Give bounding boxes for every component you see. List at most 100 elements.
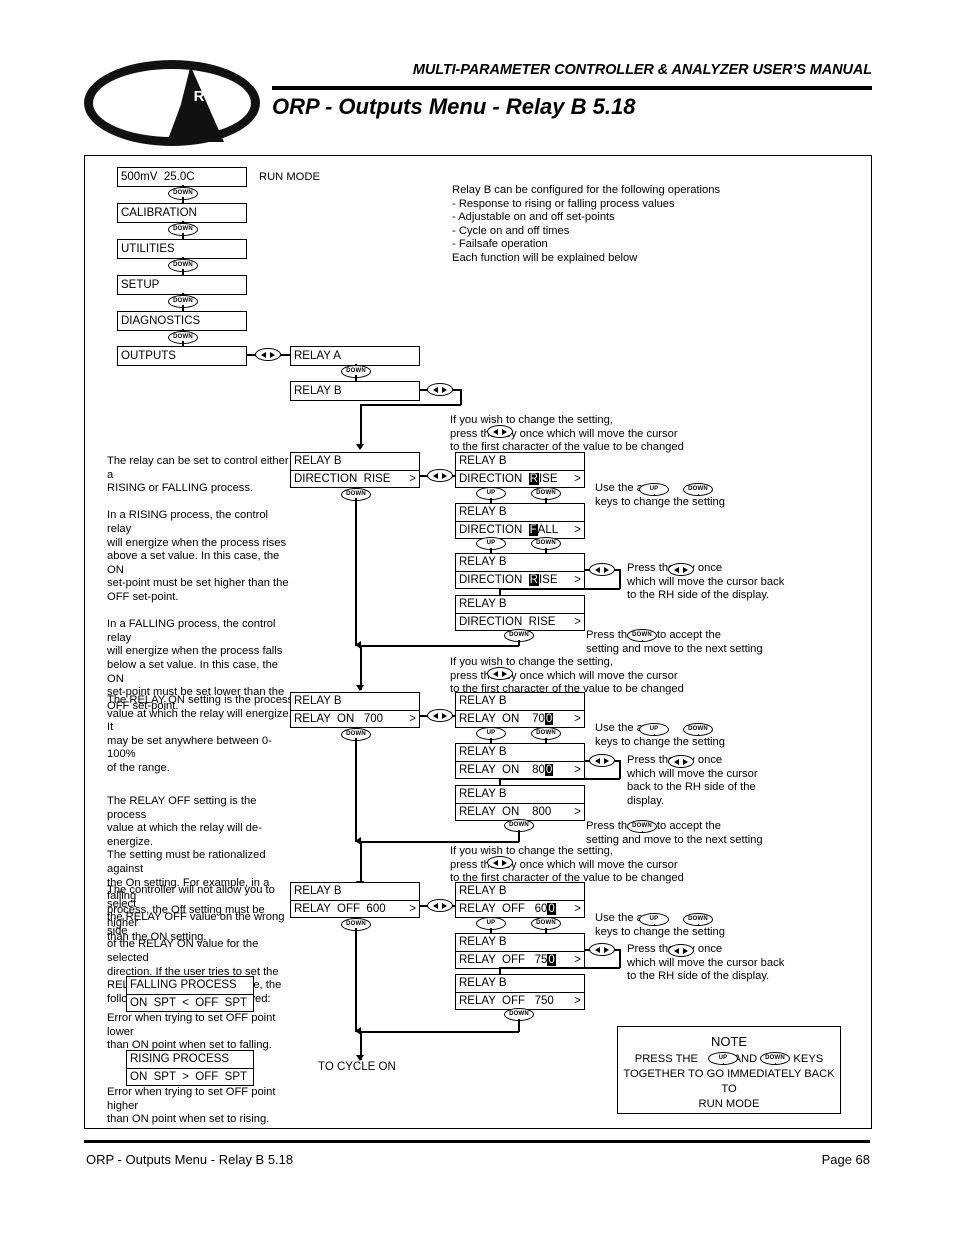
lcd-cursor: F [528, 524, 538, 536]
lcd-direction-main: RELAY B DIRECTION RISE > [290, 452, 420, 488]
lcd-run-mode: 500mV 25.0C [117, 167, 247, 187]
lcd-setup: SETUP [117, 275, 247, 295]
up-key-icon[interactable]: UP [639, 913, 669, 926]
header-rule [272, 86, 872, 90]
lcd-line: 500mV 25.0C [121, 171, 195, 183]
left-right-key-icon[interactable] [668, 944, 694, 957]
note-box: NOTE PRESS THE AND KEYS TOGETHER TO GO I… [617, 1026, 841, 1114]
up-key-icon[interactable]: UP [639, 483, 669, 496]
connector [360, 645, 519, 647]
lcd-error-falling: FALLING PROCESS ON SPT < OFF SPT [126, 976, 254, 1012]
lcd-direction-step-3: RELAY B DIRECTION RISE > [455, 553, 585, 589]
lcd-line: OUTPUTS [121, 350, 176, 362]
key-label: UP [649, 726, 659, 732]
key-label: UP [486, 540, 496, 546]
left-right-key-icon[interactable] [487, 856, 513, 869]
right-triangle-icon [442, 472, 447, 479]
left-triangle-icon [433, 386, 438, 393]
key-label: DOWN [688, 726, 708, 732]
left-triangle-icon [433, 712, 438, 719]
lcd-cursor: 0 [544, 764, 554, 776]
right-triangle-icon [502, 670, 507, 677]
lcd-line: RELAY B [459, 885, 507, 897]
connector [355, 738, 357, 842]
caret-icon: > [409, 473, 416, 485]
lcd-error-rising: RISING PROCESS ON SPT > OFF SPT [126, 1050, 254, 1086]
left-triangle-icon [261, 351, 266, 358]
lcd-line: RELAY B [459, 455, 507, 467]
left-right-key-icon[interactable] [427, 469, 453, 482]
key-label: DOWN [173, 298, 193, 304]
note-body-line-5: RUN MODE [698, 1098, 760, 1110]
left-triangle-icon [493, 428, 498, 435]
up-key-icon[interactable]: UP [708, 1052, 738, 1065]
to-cycle-on-label: TO CYCLE ON [318, 1061, 396, 1073]
connector [361, 404, 461, 406]
press-lr-note-direction: Press the key once which will move the c… [627, 562, 785, 602]
key-label: DOWN [346, 491, 366, 497]
key-label: DOWN [173, 334, 193, 340]
right-triangle-icon [442, 386, 447, 393]
up-key-icon[interactable]: UP [639, 723, 669, 736]
right-triangle-icon [502, 859, 507, 866]
left-right-key-icon[interactable] [589, 563, 615, 576]
left-right-key-icon[interactable] [427, 383, 453, 396]
lcd-line: RELAY OFF 750 > [456, 992, 584, 1009]
lcd-line: FALLING PROCESS [130, 979, 237, 991]
connector [499, 588, 620, 590]
key-label: DOWN [632, 823, 652, 829]
lcd-cursor: R [528, 473, 539, 485]
left-right-key-icon[interactable] [589, 754, 615, 767]
lcd-diagnostics: DIAGNOSTICS [117, 311, 247, 331]
lcd-relay-on-step-1: RELAY B RELAY ON 700 > [455, 692, 585, 728]
connector [460, 389, 462, 405]
lcd-line: RELAY B [459, 936, 507, 948]
right-triangle-icon [604, 757, 609, 764]
left-right-key-icon[interactable] [589, 943, 615, 956]
lcd-value-pre: RELAY OFF 60 [459, 903, 548, 915]
caret-icon: > [409, 713, 416, 725]
down-key-icon[interactable]: DOWN [760, 1052, 790, 1065]
down-key-icon[interactable]: DOWN [627, 820, 657, 833]
left-right-key-icon[interactable] [255, 348, 281, 361]
left-right-key-icon[interactable] [668, 755, 694, 768]
left-triangle-icon [433, 472, 438, 479]
error-rising-caption: Error when trying to set OFF point highe… [107, 1086, 276, 1126]
intro-text: Relay B can be configured for the follow… [452, 184, 721, 264]
lcd-relay-a: RELAY A [290, 346, 420, 366]
down-key-icon[interactable]: DOWN [683, 913, 713, 926]
right-triangle-icon [604, 946, 609, 953]
lcd-cursor: 0 [547, 954, 556, 966]
lcd-value-pre: DIRECTION [459, 574, 529, 586]
left-right-key-icon[interactable] [427, 899, 453, 912]
left-triangle-icon [595, 946, 600, 953]
left-right-key-icon[interactable] [668, 563, 694, 576]
key-label: UP [486, 920, 496, 926]
lcd-relay-on-step-3: RELAY B RELAY ON 800 > [455, 785, 585, 821]
lcd-line: RELAY B [459, 598, 507, 610]
connector [499, 778, 620, 780]
key-label: DOWN [688, 486, 708, 492]
lcd-line: RELAY OFF 750 > [456, 951, 584, 968]
caret-icon: > [574, 524, 581, 536]
down-key-icon[interactable]: DOWN [683, 723, 713, 736]
left-right-key-icon[interactable] [487, 425, 513, 438]
key-label: DOWN [173, 190, 193, 196]
manual-title: MULTI-PARAMETER CONTROLLER & ANALYZER US… [412, 62, 872, 78]
down-key-icon[interactable]: DOWN [683, 483, 713, 496]
lcd-line: RELAY B [294, 885, 342, 897]
connector [619, 569, 621, 589]
lcd-relay-off-step-3: RELAY B RELAY OFF 750 > [455, 974, 585, 1010]
left-right-key-icon[interactable] [487, 667, 513, 680]
connector [355, 498, 357, 646]
key-label: DOWN [346, 368, 366, 374]
lcd-relay-off-step-1: RELAY B RELAY OFF 600 > [455, 882, 585, 918]
relay-on-description: The RELAY ON setting is the process valu… [107, 694, 294, 774]
lcd-line: DIRECTION RISE > [456, 470, 584, 487]
lcd-outputs: OUTPUTS [117, 346, 247, 366]
down-key-icon[interactable]: DOWN [627, 629, 657, 642]
lcd-cursor: R [528, 574, 539, 586]
left-right-key-icon[interactable] [427, 709, 453, 722]
lcd-value-pre: DIRECTION [459, 473, 529, 485]
note-body-line-3: KEYS [793, 1053, 824, 1065]
